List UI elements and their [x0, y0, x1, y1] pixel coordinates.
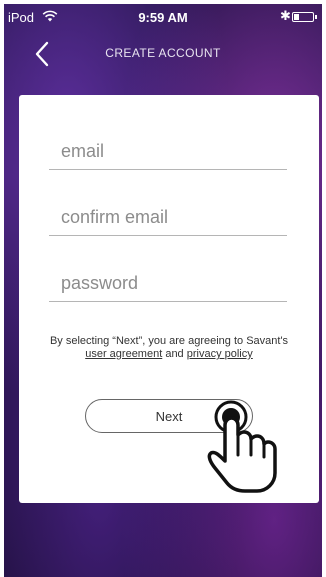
battery-level [294, 14, 299, 20]
user-agreement-link[interactable]: user agreement [85, 348, 162, 360]
legal-notice: By selecting “Next”, you are agreeing to… [43, 335, 295, 361]
email-field-container [49, 135, 287, 170]
app-screen: iPod 9:59 AM ✱ CREATE ACCOUNT By selecti… [4, 4, 322, 577]
status-bar: iPod 9:59 AM ✱ [4, 4, 322, 30]
email-field[interactable] [49, 141, 287, 162]
bluetooth-icon: ✱ [280, 8, 291, 23]
battery-tip [315, 15, 317, 19]
password-field-container [49, 267, 287, 302]
confirm-email-field-container [49, 201, 287, 236]
privacy-policy-link[interactable]: privacy policy [187, 348, 253, 360]
status-time: 9:59 AM [138, 10, 188, 25]
battery-icon [292, 12, 314, 22]
hand-pointer-icon [207, 400, 277, 493]
create-account-card: By selecting “Next”, you are agreeing to… [19, 95, 319, 503]
confirm-email-field[interactable] [49, 207, 287, 228]
page-title: CREATE ACCOUNT [105, 46, 221, 60]
legal-and: and [162, 348, 187, 360]
password-field[interactable] [49, 273, 287, 294]
legal-text: By selecting “Next”, you are agreeing to… [49, 335, 289, 347]
